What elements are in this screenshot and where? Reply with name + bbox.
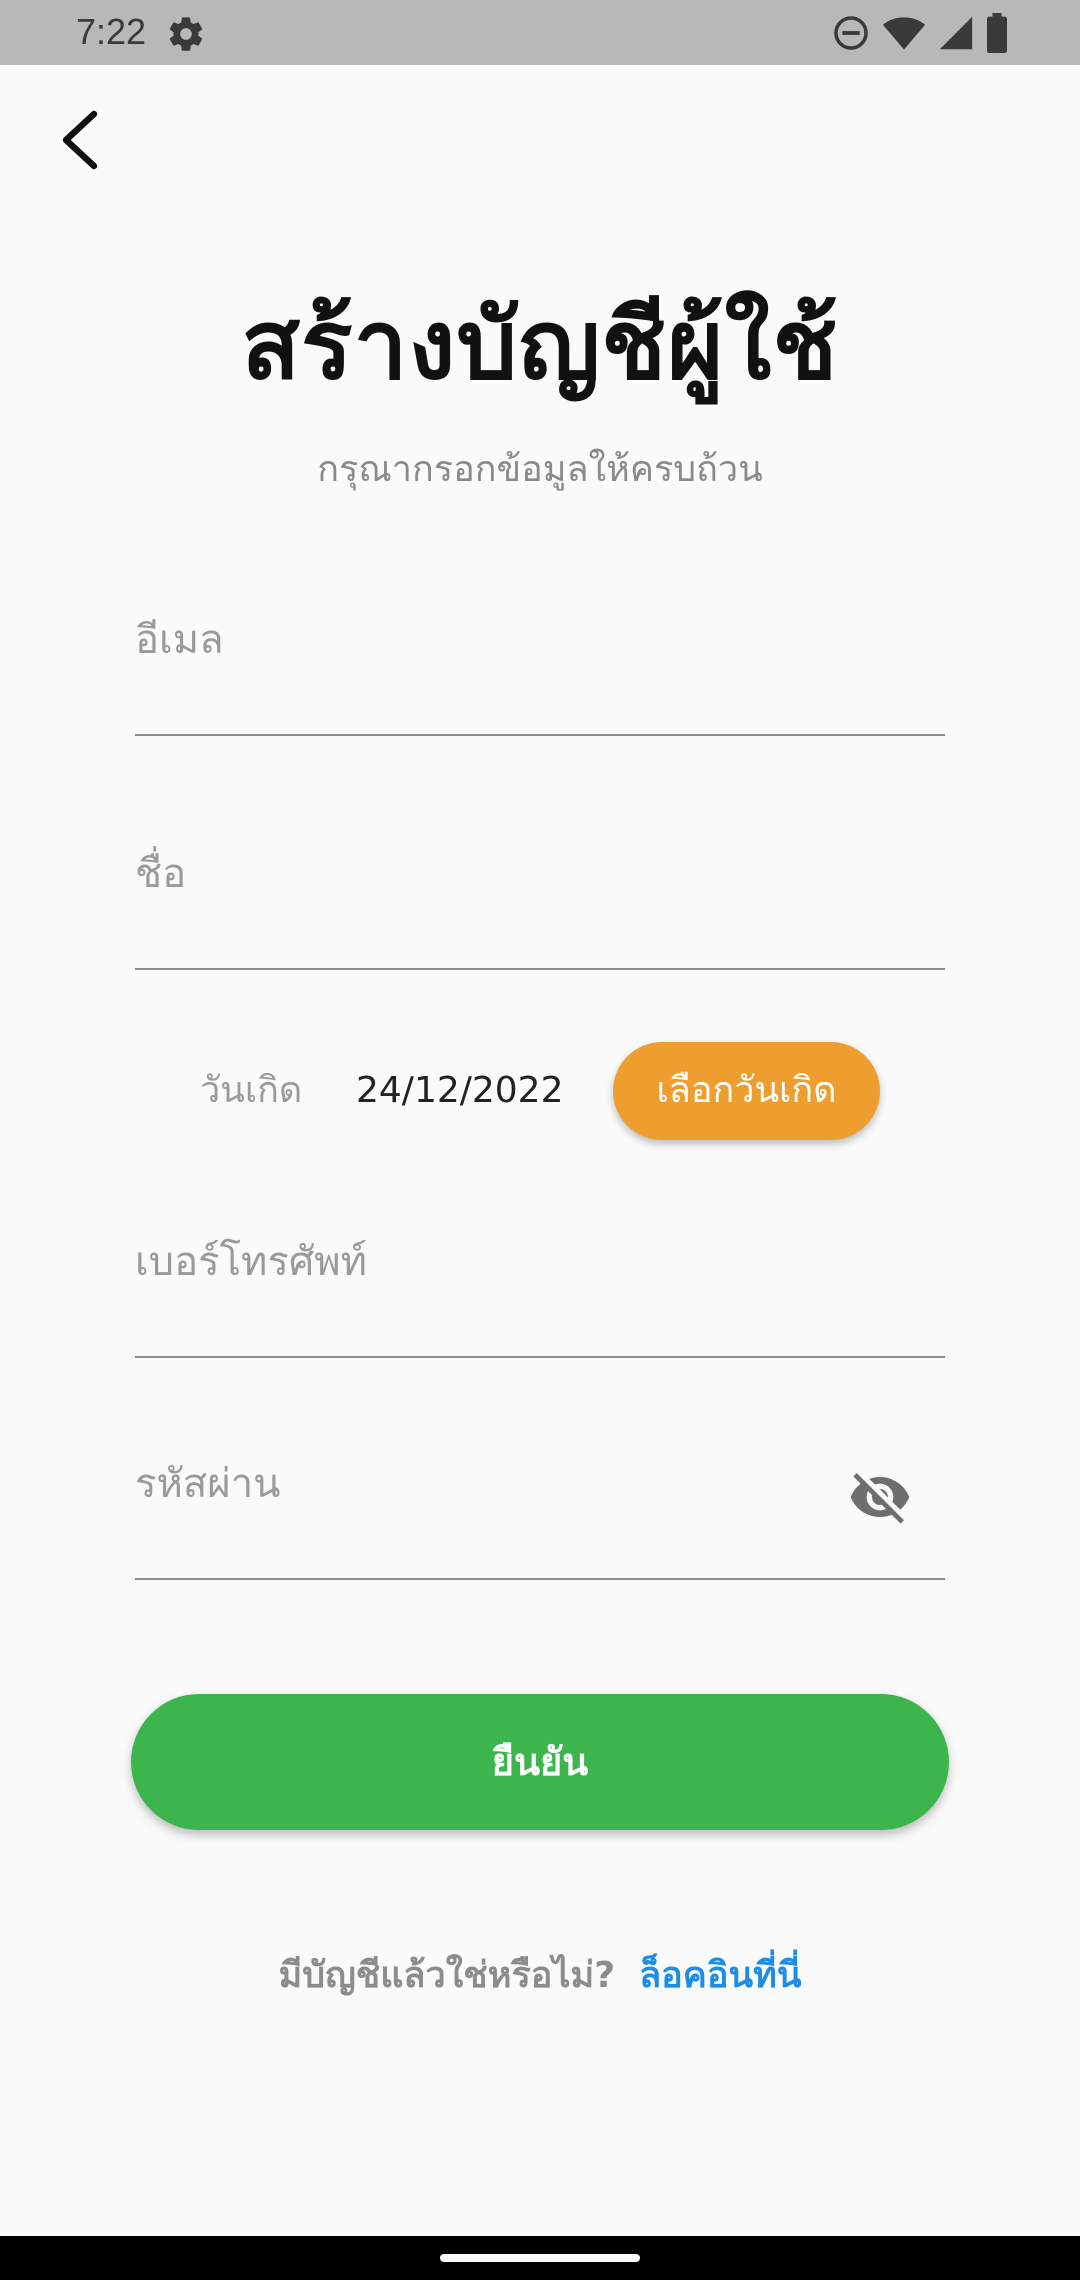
phone-placeholder: เบอร์โทรศัพท์ xyxy=(135,1239,368,1285)
signal-icon xyxy=(938,15,974,51)
do-not-disturb-icon xyxy=(832,14,870,52)
home-indicator[interactable] xyxy=(440,2254,640,2262)
login-link[interactable]: ล็อคอินที่นี่ xyxy=(639,1955,801,1996)
birthday-value: 24/12/2022 xyxy=(356,1070,564,1111)
wifi-icon xyxy=(882,14,926,52)
login-prompt-row: มีบัญชีแล้วใช่หรือไม่? ล็อคอินที่นี่ xyxy=(0,1946,1080,2006)
confirm-button[interactable]: ยืนยัน xyxy=(131,1694,949,1830)
password-visibility-toggle[interactable] xyxy=(845,1464,915,1534)
email-placeholder: อีเมล xyxy=(135,617,224,663)
page-subtitle: กรุณากรอกข้อมูลให้ครบถ้วน xyxy=(317,449,763,490)
page-title: สร้างบัญชีผู้ใช้ xyxy=(241,289,839,401)
status-bar: 7:22 xyxy=(0,0,1080,65)
phone-field[interactable]: เบอร์โทรศัพท์ xyxy=(135,1222,945,1358)
back-button[interactable] xyxy=(48,106,112,178)
birthday-row: วันเกิด 24/12/2022 เลือกวันเกิด xyxy=(0,1042,1080,1142)
pick-birthday-button[interactable]: เลือกวันเกิด xyxy=(613,1042,880,1140)
gear-icon xyxy=(166,14,206,54)
chevron-left-icon xyxy=(58,110,102,174)
birthday-label: วันเกิด xyxy=(200,1070,303,1111)
battery-icon xyxy=(986,13,1008,53)
register-screen: 7:22 สร้างบัญชีผู้ใช้ กรุณากรอกข้อมูลให้… xyxy=(0,0,1080,2280)
eye-off-icon xyxy=(848,1465,912,1533)
status-time: 7:22 xyxy=(76,11,147,52)
status-icons xyxy=(832,12,1008,54)
name-field[interactable]: ชื่อ xyxy=(135,834,945,970)
email-field[interactable]: อีเมล xyxy=(135,600,945,736)
password-field[interactable]: รหัสผ่าน xyxy=(135,1444,945,1580)
name-placeholder: ชื่อ xyxy=(135,851,187,897)
login-prompt-text: มีบัญชีแล้วใช่หรือไม่? xyxy=(278,1955,616,1996)
password-placeholder: รหัสผ่าน xyxy=(135,1461,281,1507)
